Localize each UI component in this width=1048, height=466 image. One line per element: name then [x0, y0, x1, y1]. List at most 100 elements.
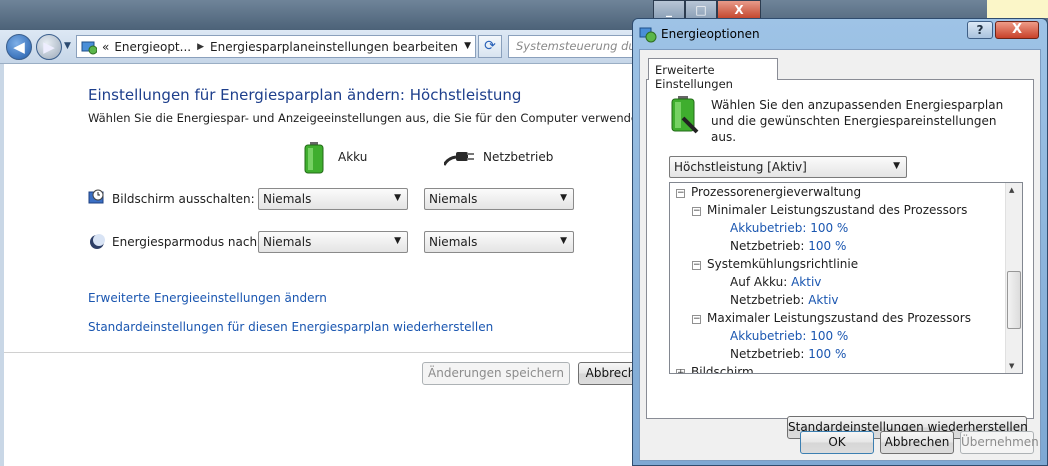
tree-value[interactable]: 100 % — [810, 329, 848, 343]
tree-node-label: Systemkühlungsrichtlinie — [707, 257, 859, 271]
tree-value[interactable]: 100 % — [808, 239, 846, 253]
navigation-bar: ◀ ▶ ▼ « Energieopt... ▶ Energiesparplane… — [0, 30, 640, 64]
tree-value-key: Akkubetrieb: — [730, 329, 807, 343]
tree-value[interactable]: 100 % — [808, 347, 846, 361]
power-options-dialog: Energieoptionen ? X Erweiterte Einstellu… — [632, 18, 1048, 466]
sleep-battery-select[interactable]: Niemals ▼ — [258, 231, 408, 253]
sleep-plugged-select[interactable]: Niemals ▼ — [424, 231, 574, 253]
advanced-settings-link[interactable]: Erweiterte Energieeinstellungen ändern — [88, 291, 327, 305]
search-input[interactable]: Systemsteuerung durchsuchen — [508, 35, 640, 58]
tree-node-label: Prozessorenergieverwaltung — [691, 185, 862, 199]
tree-node-display[interactable]: + Bildschirm — [676, 363, 754, 374]
settings-tree[interactable]: − Prozessorenergieverwaltung − Minimaler L… — [669, 182, 1023, 374]
tree-value[interactable]: 100 % — [810, 221, 848, 235]
moon-icon — [90, 234, 105, 249]
minimize-button[interactable]: _ — [653, 0, 685, 20]
history-dropdown-icon[interactable]: ▼ — [64, 41, 71, 51]
sleep-battery-value: Niemals — [263, 235, 312, 249]
tree-node-label: Bildschirm — [691, 365, 754, 374]
battery-plug-icon — [671, 96, 699, 134]
background-window-strip — [987, 0, 1048, 18]
tree-value[interactable]: Aktiv — [791, 275, 821, 289]
tree-value-min-plugged[interactable]: Netzbetrieb: 100 % — [730, 237, 846, 255]
display-off-plugged-value: Niemals — [429, 192, 478, 206]
maximize-button[interactable]: □ — [685, 0, 717, 20]
tree-node-label: Minimaler Leistungszustand des Prozessor… — [707, 203, 968, 217]
dialog-title: Energieoptionen — [661, 27, 760, 41]
chevron-down-icon: ▼ — [893, 161, 900, 171]
power-plan-select[interactable]: Höchstleistung [Aktiv] ▼ — [669, 156, 907, 178]
collapse-icon[interactable]: − — [692, 207, 701, 216]
dialog-close-button[interactable]: X — [995, 21, 1039, 39]
tree-value-key: Akkubetrieb: — [730, 221, 807, 235]
refresh-button[interactable]: ⟳ — [478, 35, 502, 58]
tree-scrollbar[interactable]: ▲ ▼ — [1005, 183, 1022, 373]
main-content: Einstellungen für Energiesparplan ändern… — [0, 64, 703, 466]
plugged-column-label: Netzbetrieb — [483, 150, 554, 164]
forward-button[interactable]: ▶ — [36, 34, 62, 60]
address-bar[interactable]: « Energieopt... ▶ Energiesparplaneinstel… — [76, 35, 476, 58]
tree-value-key: Auf Akku: — [730, 275, 788, 289]
power-options-icon — [639, 27, 657, 43]
save-changes-button[interactable]: Änderungen speichern — [422, 362, 570, 385]
tree-node-label: Maximaler Leistungszustand des Prozessor… — [707, 311, 971, 325]
tree-value-cooling-plugged[interactable]: Netzbetrieb: Aktiv — [730, 291, 839, 309]
breadcrumb-prefix[interactable]: « — [102, 40, 109, 54]
tab-advanced-settings[interactable]: Erweiterte Einstellungen — [648, 58, 778, 91]
chevron-down-icon: ▼ — [394, 236, 401, 246]
chevron-down-icon: ▼ — [394, 193, 401, 203]
expand-icon[interactable]: + — [676, 369, 685, 373]
power-plug-icon — [444, 152, 474, 166]
tree-value-cooling-battery[interactable]: Auf Akku: Aktiv — [730, 273, 821, 291]
chevron-down-icon: ▼ — [560, 193, 567, 203]
tree-node-min-processor-state[interactable]: − Minimaler Leistungszustand des Prozesso… — [692, 201, 967, 219]
collapse-icon[interactable]: − — [692, 261, 701, 270]
scroll-down-icon[interactable]: ▼ — [1009, 362, 1014, 370]
window-frame-left — [0, 64, 4, 466]
breadcrumb-item-current[interactable]: Energiesparplaneinstellungen bearbeiten — [210, 40, 458, 54]
tree-value-key: Netzbetrieb: — [730, 347, 805, 361]
tree-value-key: Netzbetrieb: — [730, 239, 805, 253]
display-clock-icon — [88, 189, 104, 204]
ok-button[interactable]: OK — [800, 431, 874, 454]
address-dropdown-icon[interactable]: ▼ — [464, 41, 471, 51]
tree-node-max-processor-state[interactable]: − Maximaler Leistungszustand des Prozesso… — [692, 309, 971, 327]
tree-value[interactable]: Aktiv — [808, 293, 838, 307]
tree-value-max-plugged[interactable]: Netzbetrieb: 100 % — [730, 345, 846, 363]
battery-column-label: Akku — [338, 150, 368, 164]
window-close-button[interactable]: X — [717, 0, 761, 20]
restore-defaults-link[interactable]: Standardeinstellungen für diesen Energie… — [88, 320, 493, 334]
dialog-body: Erweiterte Einstellungen Wählen Sie den … — [639, 49, 1041, 461]
help-button[interactable]: ? — [967, 21, 993, 39]
battery-icon — [304, 142, 324, 174]
display-off-plugged-select[interactable]: Niemals ▼ — [424, 188, 574, 210]
dialog-description: Wählen Sie den anzupassenden Energiespar… — [711, 98, 1004, 144]
divider — [4, 352, 640, 353]
sleep-plugged-value: Niemals — [429, 235, 478, 249]
tree-value-max-battery[interactable]: Akkubetrieb: 100 % — [730, 327, 848, 345]
scroll-up-icon[interactable]: ▲ — [1009, 186, 1014, 194]
tab-panel: Wählen Sie den anzupassenden Energiespar… — [646, 79, 1034, 439]
tree-node-processor-power[interactable]: − Prozessorenergieverwaltung — [676, 183, 861, 201]
breadcrumb-item-energieoptionen[interactable]: Energieopt... — [114, 40, 191, 54]
display-off-battery-select[interactable]: Niemals ▼ — [258, 188, 408, 210]
collapse-icon[interactable]: − — [676, 189, 685, 198]
tree-node-cooling-policy[interactable]: − Systemkühlungsrichtlinie — [692, 255, 858, 273]
chevron-down-icon: ▼ — [560, 236, 567, 246]
display-off-label: Bildschirm ausschalten: — [112, 192, 255, 206]
dialog-cancel-button[interactable]: Abbrechen — [880, 431, 954, 454]
page-subtitle: Wählen Sie die Energiespar- und Anzeigee… — [88, 111, 704, 125]
window-caption-buttons: _ □ X — [653, 0, 761, 20]
display-off-battery-value: Niemals — [263, 192, 312, 206]
tree-value-min-battery[interactable]: Akkubetrieb: 100 % — [730, 219, 848, 237]
power-plan-value: Höchstleistung [Aktiv] — [674, 160, 807, 174]
control-panel-icon — [81, 41, 97, 54]
page-title: Einstellungen für Energiesparplan ändern… — [88, 86, 522, 104]
apply-button[interactable]: Übernehmen — [960, 431, 1039, 454]
collapse-icon[interactable]: − — [692, 315, 701, 324]
scrollbar-thumb[interactable] — [1007, 271, 1021, 329]
sleep-label: Energiesparmodus nach: — [112, 235, 262, 249]
back-button[interactable]: ◀ — [6, 34, 32, 60]
tree-value-key: Netzbetrieb: — [730, 293, 805, 307]
breadcrumb-separator-icon[interactable]: ▶ — [197, 42, 204, 52]
